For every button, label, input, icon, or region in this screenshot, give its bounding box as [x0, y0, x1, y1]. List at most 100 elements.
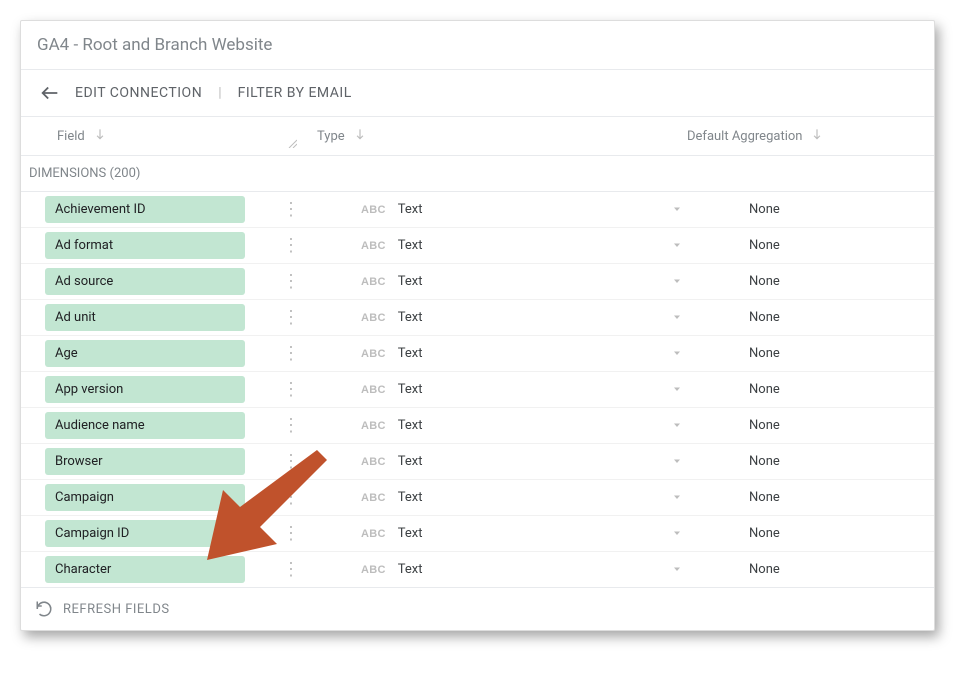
type-cell: ABC Text — [361, 416, 713, 435]
toolbar: EDIT CONNECTION | FILTER BY EMAIL — [21, 70, 934, 117]
type-cell: ABC Text — [361, 560, 713, 579]
type-dropdown-caret-icon[interactable] — [671, 416, 683, 435]
dimension-chip[interactable]: Ad unit — [45, 304, 245, 331]
aggregation-cell[interactable]: None — [713, 238, 934, 253]
text-type-icon: ABC — [361, 312, 386, 324]
field-cell: Age — [45, 340, 277, 367]
type-value: Text — [398, 562, 423, 577]
aggregation-value: None — [749, 382, 780, 397]
more-options-icon[interactable]: ⋮ — [277, 489, 305, 507]
aggregation-cell[interactable]: None — [713, 562, 934, 577]
aggregation-value: None — [749, 454, 780, 469]
type-dropdown-caret-icon[interactable] — [671, 344, 683, 363]
refresh-fields-button[interactable]: REFRESH FIELDS — [21, 588, 934, 630]
more-options-icon[interactable]: ⋮ — [277, 561, 305, 579]
dimensions-list: Achievement ID ⋮ ABC Text None Ad format… — [21, 192, 934, 588]
filter-by-email-button[interactable]: FILTER BY EMAIL — [238, 85, 352, 101]
type-dropdown-caret-icon[interactable] — [671, 452, 683, 471]
type-value: Text — [398, 346, 423, 361]
table-row: Campaign ID ⋮ ABC Text None — [21, 516, 934, 552]
text-type-icon: ABC — [361, 240, 386, 252]
more-options-icon[interactable]: ⋮ — [277, 453, 305, 471]
type-value: Text — [398, 490, 423, 505]
resize-handle-icon[interactable] — [287, 137, 297, 151]
refresh-icon — [35, 600, 53, 618]
type-dropdown-caret-icon[interactable] — [671, 272, 683, 291]
dimension-chip[interactable]: Campaign ID — [45, 520, 245, 547]
type-dropdown-caret-icon[interactable] — [671, 236, 683, 255]
back-arrow-icon[interactable] — [39, 82, 61, 104]
type-cell: ABC Text — [361, 236, 713, 255]
text-type-icon: ABC — [361, 276, 386, 288]
text-type-icon: ABC — [361, 456, 386, 468]
text-type-icon: ABC — [361, 348, 386, 360]
aggregation-value: None — [749, 562, 780, 577]
type-value: Text — [398, 202, 423, 217]
field-column-header[interactable]: Field — [57, 127, 317, 145]
dimension-chip[interactable]: App version — [45, 376, 245, 403]
type-dropdown-caret-icon[interactable] — [671, 308, 683, 327]
more-options-icon[interactable]: ⋮ — [277, 237, 305, 255]
aggregation-cell[interactable]: None — [713, 346, 934, 361]
type-dropdown-caret-icon[interactable] — [671, 380, 683, 399]
type-value: Text — [398, 382, 423, 397]
type-dropdown-caret-icon[interactable] — [671, 200, 683, 219]
table-row: Ad source ⋮ ABC Text None — [21, 264, 934, 300]
field-cell: Browser — [45, 448, 277, 475]
sort-arrow-down-icon — [810, 127, 824, 145]
dimension-chip[interactable]: Audience name — [45, 412, 245, 439]
aggregation-cell[interactable]: None — [713, 274, 934, 289]
column-headers: Field Type — [21, 117, 934, 156]
aggregation-cell[interactable]: None — [713, 310, 934, 325]
dimension-chip[interactable]: Campaign — [45, 484, 245, 511]
field-cell: App version — [45, 376, 277, 403]
aggregation-cell[interactable]: None — [713, 526, 934, 541]
more-options-icon[interactable]: ⋮ — [277, 345, 305, 363]
type-dropdown-caret-icon[interactable] — [671, 488, 683, 507]
sort-arrow-down-icon — [93, 127, 107, 145]
aggregation-cell[interactable]: None — [713, 202, 934, 217]
aggregation-cell[interactable]: None — [713, 490, 934, 505]
more-options-icon[interactable]: ⋮ — [277, 417, 305, 435]
type-value: Text — [398, 274, 423, 289]
type-dropdown-caret-icon[interactable] — [671, 560, 683, 579]
aggregation-cell[interactable]: None — [713, 454, 934, 469]
type-cell: ABC Text — [361, 524, 713, 543]
type-value: Text — [398, 418, 423, 433]
table-row: Character ⋮ ABC Text None — [21, 552, 934, 588]
type-dropdown-caret-icon[interactable] — [671, 524, 683, 543]
type-cell: ABC Text — [361, 488, 713, 507]
toolbar-separator: | — [218, 85, 221, 101]
edit-connection-button[interactable]: EDIT CONNECTION — [75, 85, 202, 101]
aggregation-cell[interactable]: None — [713, 382, 934, 397]
type-value: Text — [398, 454, 423, 469]
type-value: Text — [398, 238, 423, 253]
aggregation-column-header[interactable]: Default Aggregation — [687, 127, 934, 145]
dimension-chip[interactable]: Age — [45, 340, 245, 367]
dimension-chip[interactable]: Browser — [45, 448, 245, 475]
text-type-icon: ABC — [361, 204, 386, 216]
sort-arrow-down-icon — [353, 127, 367, 145]
type-cell: ABC Text — [361, 344, 713, 363]
dimensions-section-header: DIMENSIONS (200) — [21, 156, 934, 192]
aggregation-value: None — [749, 310, 780, 325]
more-options-icon[interactable]: ⋮ — [277, 381, 305, 399]
aggregation-cell[interactable]: None — [713, 418, 934, 433]
type-cell: ABC Text — [361, 380, 713, 399]
aggregation-column-label: Default Aggregation — [687, 129, 802, 144]
dimension-chip[interactable]: Achievement ID — [45, 196, 245, 223]
field-cell: Ad source — [45, 268, 277, 295]
type-cell: ABC Text — [361, 272, 713, 291]
type-column-header[interactable]: Type — [317, 127, 687, 145]
dimension-chip[interactable]: Character — [45, 556, 245, 583]
aggregation-value: None — [749, 238, 780, 253]
type-value: Text — [398, 526, 423, 541]
field-column-label: Field — [57, 129, 85, 144]
more-options-icon[interactable]: ⋮ — [277, 525, 305, 543]
more-options-icon[interactable]: ⋮ — [277, 273, 305, 291]
more-options-icon[interactable]: ⋮ — [277, 201, 305, 219]
dimension-chip[interactable]: Ad format — [45, 232, 245, 259]
dimension-chip[interactable]: Ad source — [45, 268, 245, 295]
text-type-icon: ABC — [361, 528, 386, 540]
more-options-icon[interactable]: ⋮ — [277, 309, 305, 327]
